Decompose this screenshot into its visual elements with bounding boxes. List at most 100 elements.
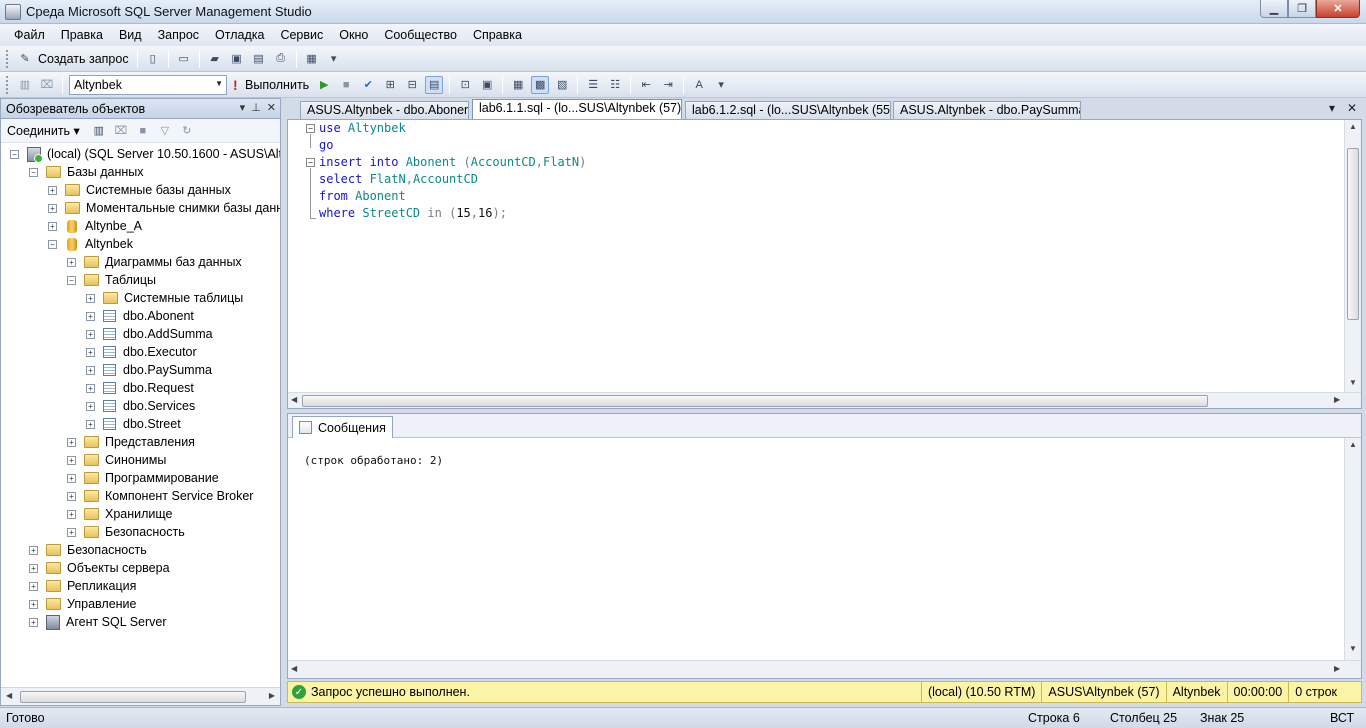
client-stats-icon[interactable]: ▣	[478, 76, 496, 94]
expand-icon[interactable]: +	[86, 311, 95, 321]
panel-close-icon[interactable]: ✕	[267, 101, 276, 114]
new-query-icon[interactable]: ✎	[16, 50, 34, 68]
print-icon[interactable]: ⎙	[272, 50, 290, 68]
comment-icon[interactable]: ☰	[584, 76, 602, 94]
tree-node[interactable]: − (local) (SQL Server 10.50.1600 - ASUS\A…	[10, 145, 280, 163]
object-explorer-hscrollbar[interactable]: ◀ ▶	[1, 687, 280, 705]
menu-edit[interactable]: Правка	[53, 28, 111, 42]
tree-node[interactable]: + Объекты сервера	[29, 559, 170, 577]
display-plan-icon[interactable]: ⊞	[381, 76, 399, 94]
expand-icon[interactable]: +	[29, 563, 38, 573]
menu-query[interactable]: Запрос	[150, 28, 207, 42]
increase-indent-icon[interactable]: ⇥	[659, 76, 677, 94]
uncomment-icon[interactable]: ☷	[606, 76, 624, 94]
results-to-grid-icon[interactable]: ▤	[425, 75, 444, 94]
open-folder-icon[interactable]: ▰	[206, 50, 224, 68]
pin-icon[interactable]: ⊥	[251, 101, 261, 114]
scroll-right-icon[interactable]: ▶	[1334, 395, 1340, 404]
expand-icon[interactable]: +	[86, 419, 95, 429]
save-icon[interactable]: ▣	[228, 50, 246, 68]
specify-values-icon[interactable]: A	[690, 76, 708, 94]
connect-icon[interactable]: ▥	[16, 76, 34, 94]
collapse-icon[interactable]: −	[67, 275, 76, 285]
sql-editor[interactable]: − − use Altynbek go insert into Abonent (A…	[287, 119, 1362, 409]
expand-icon[interactable]: +	[67, 473, 76, 483]
results-vscrollbar[interactable]: ▲ ▼	[1344, 438, 1361, 660]
menu-community[interactable]: Сообщество	[376, 28, 465, 42]
tree-node[interactable]: + Безопасность	[67, 523, 185, 541]
tab-list-icon[interactable]: ▾	[1329, 101, 1335, 115]
minimize-button[interactable]: ▁	[1260, 0, 1288, 18]
connect-server-icon[interactable]: ▥	[90, 122, 108, 140]
filter-icon[interactable]: ▽	[156, 122, 174, 140]
expand-icon[interactable]: +	[86, 383, 95, 393]
expand-icon[interactable]: +	[86, 329, 95, 339]
tree-node[interactable]: + dbo.Request	[86, 379, 194, 397]
tree-node[interactable]: + dbo.AddSumma	[86, 325, 213, 343]
scroll-thumb[interactable]	[302, 395, 1208, 407]
stop-icon[interactable]: ■	[337, 76, 355, 94]
close-button[interactable]: ✕	[1316, 0, 1360, 18]
expand-icon[interactable]: +	[67, 491, 76, 501]
expand-icon[interactable]: +	[29, 617, 38, 627]
expand-icon[interactable]: +	[48, 203, 57, 213]
expand-icon[interactable]: +	[86, 293, 95, 303]
execute-button[interactable]: Выполнить	[245, 78, 309, 92]
include-plan-icon[interactable]: ⊡	[456, 76, 474, 94]
expand-icon[interactable]: +	[86, 365, 95, 375]
new-project-icon[interactable]: ▭	[175, 50, 193, 68]
expand-icon[interactable]: +	[86, 401, 95, 411]
execute-icon[interactable]: !	[233, 77, 243, 93]
tree-node[interactable]: + dbo.PaySumma	[86, 361, 212, 379]
code-line[interactable]: select FlatN,AccountCD	[319, 171, 478, 188]
tab-paysumma[interactable]: ASUS.Altynbek - dbo.PaySumma	[893, 101, 1081, 119]
scroll-left-icon[interactable]: ◀	[291, 395, 297, 404]
toolbar-grip-2[interactable]	[6, 75, 10, 94]
code-line[interactable]: use Altynbek	[319, 120, 406, 137]
editor-hscrollbar[interactable]: ◀ ▶	[288, 392, 1361, 408]
tree-node[interactable]: + Представления	[67, 433, 195, 451]
tab-messages[interactable]: Сообщения	[292, 416, 393, 438]
tree-node[interactable]: + Безопасность	[29, 541, 147, 559]
disconnect-icon[interactable]: ⌧	[38, 76, 56, 94]
expand-icon[interactable]: +	[67, 257, 76, 267]
expand-icon[interactable]: +	[67, 437, 76, 447]
tree-node[interactable]: − Таблицы	[67, 271, 156, 289]
fold-toggle-icon[interactable]: −	[306, 158, 315, 167]
tree-node[interactable]: + Агент SQL Server	[29, 613, 167, 631]
tree-node[interactable]: + Управление	[29, 595, 137, 613]
scroll-left-icon[interactable]: ◀	[291, 664, 297, 673]
code-line[interactable]: from Abonent	[319, 188, 406, 205]
tree-node[interactable]: + Компонент Service Broker	[67, 487, 253, 505]
panel-dropdown-icon[interactable]: ▾	[240, 101, 246, 114]
toolbar-overflow-icon-2[interactable]: ▾	[712, 76, 730, 94]
scroll-right-icon[interactable]: ▶	[1334, 664, 1340, 673]
results-grid-icon[interactable]: ▩	[531, 75, 550, 94]
results-to-text-icon[interactable]: ▦	[509, 76, 527, 94]
tree-node[interactable]: + Моментальные снимки базы данных	[48, 199, 280, 217]
tab-close-icon[interactable]: ✕	[1347, 101, 1357, 115]
tree-node[interactable]: + dbo.Executor	[86, 343, 197, 361]
menu-window[interactable]: Окно	[331, 28, 376, 42]
expand-icon[interactable]: +	[29, 545, 38, 555]
activity-monitor-icon[interactable]: ▦	[303, 50, 321, 68]
menu-view[interactable]: Вид	[111, 28, 150, 42]
connect-dropdown-button[interactable]: Соединить ▾	[7, 123, 80, 138]
menu-tools[interactable]: Сервис	[272, 28, 331, 42]
tree-node[interactable]: + Хранилище	[67, 505, 173, 523]
tree-node[interactable]: − Базы данных	[29, 163, 144, 181]
expand-icon[interactable]: +	[29, 599, 38, 609]
debug-play-icon[interactable]: ▶	[315, 76, 333, 94]
toolbar-grip[interactable]	[6, 49, 10, 68]
menu-file[interactable]: Файл	[6, 28, 53, 42]
tab-lab6-1-1[interactable]: lab6.1.1.sql - (lo...SUS\Altynbek (57))	[472, 99, 682, 119]
query-designer-icon[interactable]: ⊟	[403, 76, 421, 94]
expand-icon[interactable]: +	[29, 581, 38, 591]
tree-node[interactable]: + Altynbe_A	[48, 217, 142, 235]
stop-refresh-icon[interactable]: ■	[134, 122, 152, 140]
scroll-down-icon[interactable]: ▼	[1349, 644, 1357, 653]
expand-icon[interactable]: +	[67, 455, 76, 465]
expand-icon[interactable]: +	[86, 347, 95, 357]
scroll-thumb[interactable]	[20, 691, 246, 703]
database-select[interactable]: Altynbek ▼	[69, 74, 227, 95]
